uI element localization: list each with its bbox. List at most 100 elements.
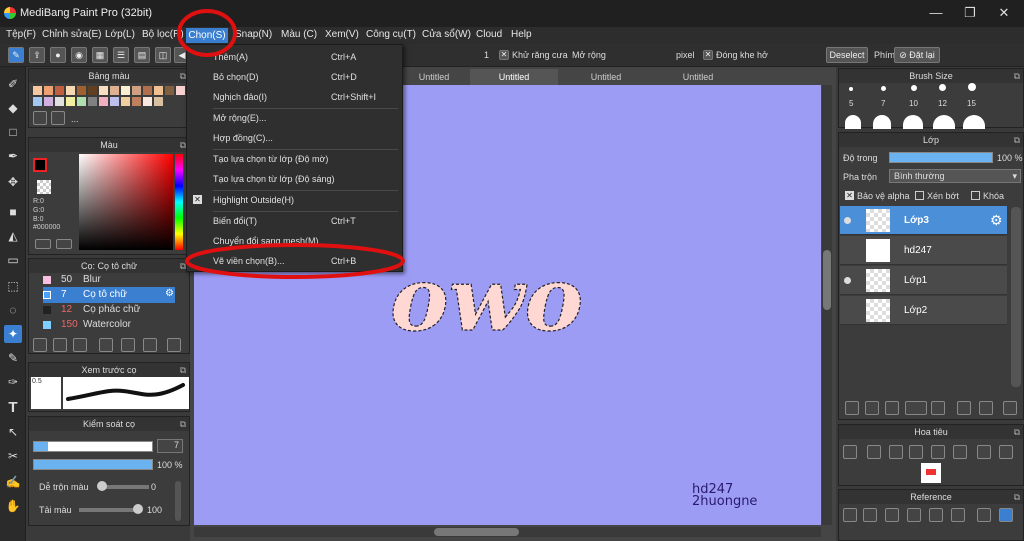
brush-duplicate-icon[interactable]	[121, 338, 135, 352]
menu-item-expand[interactable]: Mở rộng(E)...	[187, 108, 402, 128]
brush-row-selected[interactable]: 7 Cọ tô chữ ⚙	[43, 287, 175, 303]
brush-size-dot[interactable]	[939, 84, 946, 91]
divide-tool-icon[interactable]: ✂	[4, 447, 22, 465]
dock-icon[interactable]: ⧉	[1014, 425, 1020, 439]
rotate-left-icon[interactable]	[909, 445, 923, 459]
layer-row-lop3[interactable]: Lớp3 ⚙	[840, 206, 1007, 235]
palette-swatch[interactable]	[110, 86, 119, 95]
trash-icon[interactable]	[51, 111, 65, 125]
gradient-tool-icon[interactable]: ▭	[4, 251, 22, 269]
menu-filter[interactable]: Bộ lọc(R)	[142, 29, 184, 40]
list-icon[interactable]: ☰	[113, 47, 129, 63]
lasso-tool-icon[interactable]: ◌	[4, 301, 22, 319]
palette-swatch[interactable]	[154, 86, 163, 95]
palette-swatch[interactable]	[165, 86, 174, 95]
grid-icon[interactable]: ▦	[92, 47, 108, 63]
blend-select[interactable]: Bình thường ▾	[889, 169, 1021, 183]
reset-button[interactable]: ⊘ Đặt lại	[894, 47, 940, 63]
mix-slider-knob[interactable]	[97, 481, 107, 491]
text-tool-icon[interactable]: T	[4, 399, 22, 417]
layer-opacity-bar[interactable]	[889, 152, 993, 163]
brush-size-dot[interactable]	[963, 115, 985, 129]
palette-swatch[interactable]	[77, 86, 86, 95]
eye-icon[interactable]	[844, 217, 851, 224]
new-layer-icon[interactable]	[845, 401, 859, 415]
navigator-thumbnail[interactable]	[921, 463, 941, 483]
tab-untitled-2[interactable]: Untitled	[470, 69, 558, 85]
menu-item-stroke-selection[interactable]: Vẽ viền chọn(B)... Ctrl+B	[187, 251, 402, 271]
palette-swatch[interactable]	[121, 97, 130, 106]
fill-rect-icon[interactable]: ■	[4, 203, 22, 221]
close-gap-checkbox[interactable]: ✕	[703, 50, 713, 60]
menu-select[interactable]: Chọn(S)	[186, 28, 228, 43]
palette-swatch[interactable]	[66, 86, 75, 95]
zoom-in-icon[interactable]	[843, 445, 857, 459]
layer-row-lop2[interactable]: Lớp2	[840, 296, 1007, 325]
table-icon[interactable]: ▤	[134, 47, 150, 63]
menu-item-from-layer-brightness[interactable]: Tạo lựa chọn từ lớp (Độ sáng)	[187, 169, 402, 189]
palette-swatch[interactable]	[154, 97, 163, 106]
rect-tool-icon[interactable]: □	[4, 123, 22, 141]
brush-size-dot[interactable]	[968, 83, 976, 91]
menu-item-highlight-outside[interactable]: ✕ Highlight Outside(H)	[187, 190, 402, 210]
foreground-color[interactable]	[33, 158, 47, 172]
add-layer-menu-icon[interactable]	[905, 401, 927, 415]
menu-color[interactable]: Màu (C)	[281, 29, 317, 40]
close-view-icon[interactable]	[999, 445, 1013, 459]
export-icon[interactable]: ⇪	[29, 47, 45, 63]
rotate-right-icon[interactable]	[931, 445, 945, 459]
delete-layer-icon[interactable]	[1003, 401, 1017, 415]
pen-tool-icon[interactable]: ✒	[4, 147, 22, 165]
palette-swatch[interactable]	[143, 86, 152, 95]
brush-folder-icon[interactable]	[99, 338, 113, 352]
layer-folder-icon[interactable]	[931, 401, 945, 415]
eye-icon[interactable]	[844, 277, 851, 284]
ref-zoom-out-icon[interactable]	[951, 508, 965, 522]
alpha-checkbox[interactable]: ✕	[845, 191, 854, 200]
menu-item-deselect[interactable]: Bỏ chọn(D) Ctrl+D	[187, 67, 402, 87]
deselect-button[interactable]: Deselect	[826, 47, 868, 63]
merge-layer-icon[interactable]	[979, 401, 993, 415]
new-layer-color-icon[interactable]	[865, 401, 879, 415]
lock-checkbox[interactable]	[971, 191, 980, 200]
palette-swatch[interactable]	[88, 97, 97, 106]
brush-settings-icon[interactable]	[143, 338, 157, 352]
brush-size-dot[interactable]	[873, 115, 891, 129]
flip-icon[interactable]	[953, 445, 967, 459]
move-tool-icon[interactable]: ✥	[4, 173, 22, 191]
new-palette-icon[interactable]	[33, 111, 47, 125]
operation-tool-icon[interactable]: ↖	[4, 423, 22, 441]
minimize-button[interactable]: —	[926, 4, 946, 22]
tab-untitled-1[interactable]: Untitled	[402, 69, 466, 85]
palette-swatch[interactable]	[99, 97, 108, 106]
menu-item-contract[interactable]: Hợp đồng(C)...	[187, 128, 402, 148]
opacity-bar[interactable]	[33, 459, 153, 470]
layout-icon[interactable]: ◫	[155, 47, 171, 63]
menu-item-add[interactable]: Thêm(A) Ctrl+A	[187, 47, 402, 67]
menu-window[interactable]: Cửa sổ(W)	[422, 29, 471, 40]
size-5[interactable]: 5	[849, 99, 853, 108]
menu-item-invert[interactable]: Nghịch đảo(I) Ctrl+Shift+I	[187, 87, 402, 107]
layer-scrollbar[interactable]	[1011, 207, 1021, 387]
dock-icon[interactable]: ⧉	[180, 363, 186, 377]
menu-item-mesh[interactable]: Chuyển đổi sang mesh(M)	[187, 231, 402, 251]
size-7[interactable]: 7	[881, 99, 885, 108]
menu-file[interactable]: Tệp(F)	[6, 29, 36, 40]
open-folder-icon[interactable]	[863, 508, 877, 522]
palette-swatch[interactable]	[77, 97, 86, 106]
magic-wand-icon[interactable]: ✦	[4, 325, 22, 343]
menu-item-transform[interactable]: Biến đổi(T) Ctrl+T	[187, 211, 402, 231]
select-eraser-icon[interactable]: ✑	[4, 373, 22, 391]
palette-swatch[interactable]	[99, 86, 108, 95]
antialias-checkbox[interactable]: ✕	[499, 50, 509, 60]
ref-hand-icon[interactable]	[999, 508, 1013, 522]
palette-swatch[interactable]	[33, 86, 42, 95]
dock-icon[interactable]: ⧉	[1014, 490, 1020, 504]
menu-view[interactable]: Xem(V)	[325, 29, 359, 40]
background-color[interactable]	[37, 180, 51, 194]
eraser-tool-icon[interactable]: ◆	[4, 99, 22, 117]
add-brush-icon[interactable]	[33, 338, 47, 352]
layer-row-hd247[interactable]: hd247	[840, 236, 1007, 265]
brush-row[interactable]: 150 Watercolor	[43, 318, 175, 332]
horizontal-scrollbar[interactable]	[194, 527, 821, 537]
